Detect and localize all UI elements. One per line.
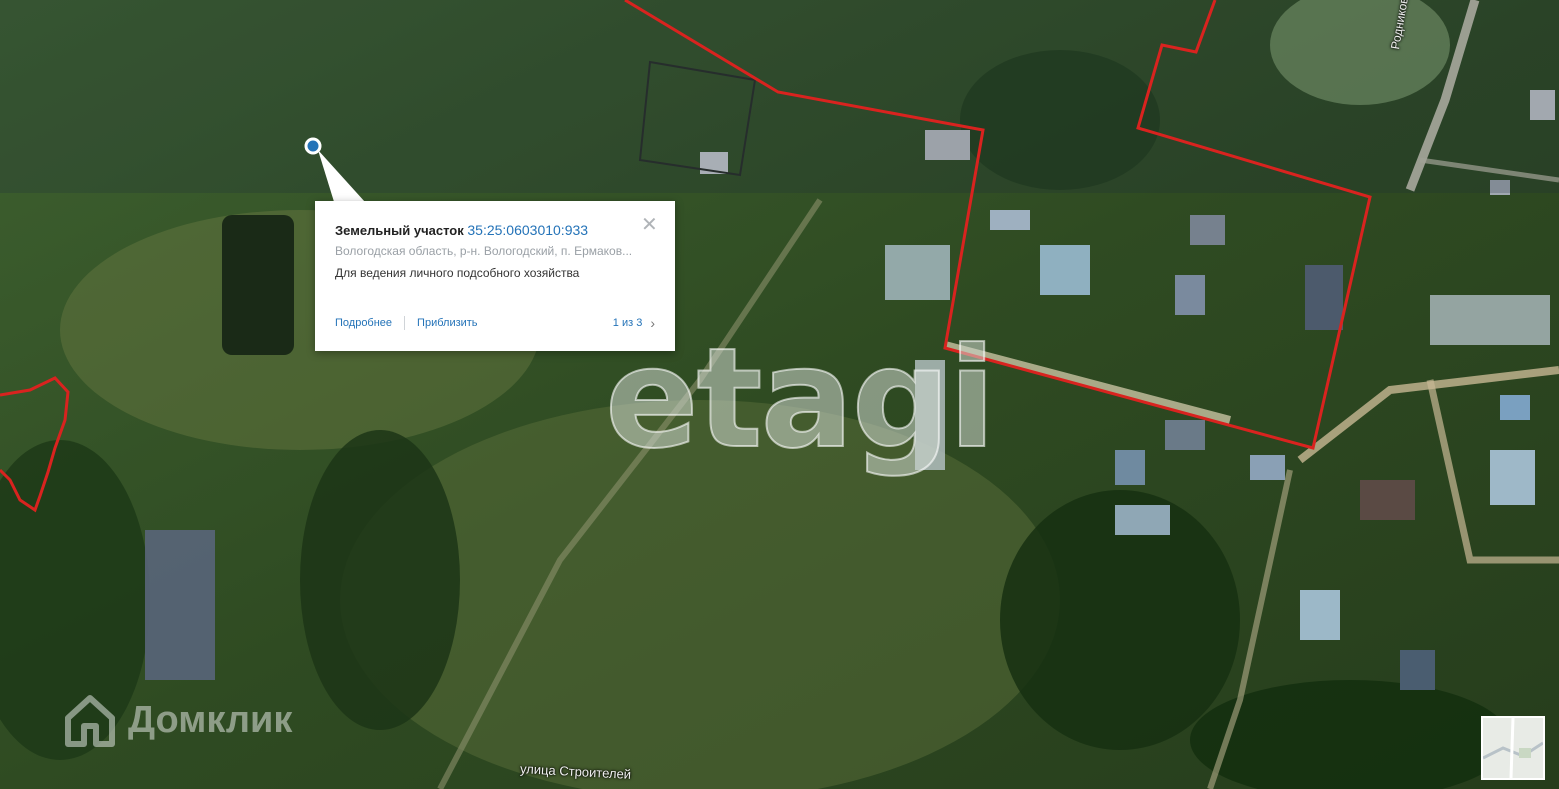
parcel-popup: Земельный участок 35:25:0603010:933 Воло… xyxy=(315,201,675,351)
parcel-boundary xyxy=(0,376,70,513)
domclick-label: Домклик xyxy=(128,698,293,741)
footer-divider xyxy=(404,316,406,330)
domclick-watermark: Домклик xyxy=(62,692,292,748)
minimap-icon xyxy=(1482,717,1544,779)
close-icon[interactable]: ✕ xyxy=(641,215,658,235)
zoom-in-link[interactable]: Приблизить xyxy=(417,317,478,329)
more-link[interactable]: Подробнее xyxy=(335,317,392,329)
house-icon xyxy=(65,695,115,747)
location-marker[interactable] xyxy=(304,137,322,155)
cadastral-number-link[interactable]: 35:25:0603010:933 xyxy=(467,222,588,238)
popup-title-row: Земельный участок 35:25:0603010:933 xyxy=(335,221,655,240)
popup-description: Для ведения личного подсобного хозяйства xyxy=(335,266,580,280)
popup-footer: Подробнее Приблизить 1 из 3 › xyxy=(335,315,655,331)
minimap-button[interactable] xyxy=(1481,716,1545,780)
pager-text: 1 из 3 xyxy=(612,317,643,329)
popup-address: Вологодская область, р-н. Вологодский, п… xyxy=(335,244,633,258)
popup-pager: 1 из 3 › xyxy=(613,315,655,331)
chevron-right-icon[interactable]: › xyxy=(650,315,655,331)
popup-title: Земельный участок xyxy=(335,223,464,238)
